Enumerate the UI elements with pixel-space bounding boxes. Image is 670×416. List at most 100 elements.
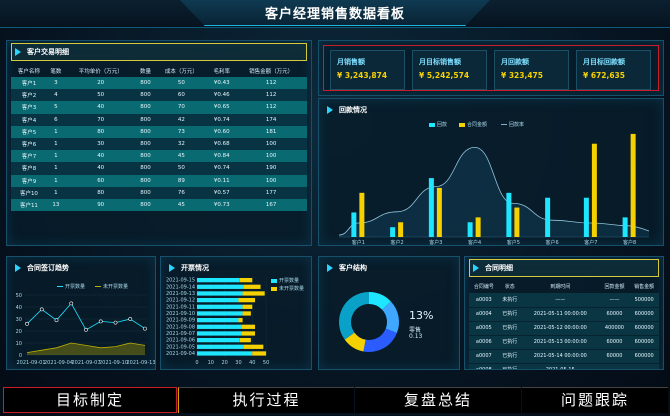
column-header[interactable]: 合同编号	[469, 279, 499, 293]
table-cell: 1	[46, 174, 65, 187]
column-header[interactable]: 毛利率	[208, 65, 235, 77]
bar-payment	[622, 217, 628, 237]
table-cell: 45	[154, 150, 209, 163]
kpi-monthly-payment[interactable]: 月回款额 ¥ 323,475	[494, 50, 569, 90]
table-cell: 客户10	[11, 186, 47, 199]
panel-title: 合同明细	[471, 261, 513, 275]
table-row[interactable]: 客户10 1 80 800 76 ¥0.57 177	[11, 186, 307, 199]
x-tick-label: 30	[235, 360, 241, 366]
bar-billed	[197, 324, 242, 329]
table-row[interactable]: 客户9 1 60 800 89 ¥0.11 100	[11, 174, 307, 187]
kpi-label: 月销售额	[337, 58, 365, 66]
table-cell: 600000	[629, 349, 659, 364]
table-cell: 70	[64, 113, 137, 126]
tab-goal-setting[interactable]: 目标制定	[3, 387, 177, 413]
table-cell: 600000	[629, 335, 659, 350]
table-cell: 800	[136, 162, 155, 175]
column-header[interactable]: 平均单价（万元）	[65, 65, 137, 77]
table-cell: 42	[154, 113, 209, 126]
bar-billed	[197, 278, 240, 283]
table-cell: 50	[154, 77, 209, 90]
payment-chart: 客户1 客户2 客户3 客户4 客户5 客户6 客户7 客户8	[338, 133, 650, 246]
table-row[interactable]: 客户6 1 30 800 32 ¥0.68 100	[11, 137, 307, 151]
bar-billed	[197, 291, 243, 296]
column-header[interactable]: 数量	[137, 65, 155, 77]
table-cell: 1	[46, 186, 65, 199]
table-row[interactable]: 客户11 13 90 800 45 ¥0.73 167	[11, 198, 307, 212]
series-area-unbilled	[27, 343, 145, 355]
kpi-value: ¥ 323,475	[501, 71, 543, 80]
data-point	[54, 318, 59, 323]
bar-billed	[197, 331, 242, 336]
table-cell: ¥0.65	[208, 101, 236, 114]
kpi-monthly-sales[interactable]: 月销售额 ¥ 3,243,874	[330, 50, 405, 90]
bar-billed	[197, 298, 239, 303]
y-tick-label: 2021-09-13	[166, 291, 195, 297]
table-cell: 5	[46, 101, 65, 114]
table-row[interactable]: a0003 未执行 —— —— 500000	[469, 293, 659, 308]
table-cell: 1	[46, 162, 65, 175]
column-header[interactable]: 回款金额	[600, 279, 630, 293]
table-cell: 40	[64, 162, 137, 175]
bar-payment	[506, 192, 512, 237]
x-tick-label: 客户6	[546, 239, 559, 246]
column-header[interactable]: 状态	[499, 279, 521, 293]
bar-unbilled	[243, 284, 261, 289]
y-tick-label: 2021-09-11	[166, 304, 195, 310]
tab-review[interactable]: 复盘总结	[355, 387, 521, 413]
bar-unbilled	[241, 324, 256, 329]
table-cell: ¥0.46	[208, 89, 236, 102]
column-header[interactable]: 笔数	[47, 65, 65, 77]
bar-payment	[390, 227, 396, 237]
table-cell: 190	[235, 162, 307, 175]
table-row[interactable]: 客户5 1 80 800 73 ¥0.60 181	[11, 125, 307, 138]
table-cell: 80	[64, 186, 137, 199]
table-cell: 167	[235, 198, 307, 212]
table-cell: 60000	[599, 335, 630, 350]
bar-unbilled	[238, 318, 243, 323]
table-cell: 800	[136, 101, 155, 114]
table-row[interactable]: a0007 已执行 2021-05-14 00:00:00 60000 600000	[469, 349, 659, 364]
series-line-billed	[26, 302, 146, 331]
kpi-monthly-target-sales[interactable]: 月目标销售额 ¥ 5,242,574	[412, 50, 487, 90]
table-cell: 2021-05-11 00:00:00	[520, 307, 600, 322]
table-row[interactable]: a0005 已执行 2021-05-12 00:00:00 400000 600000	[469, 321, 659, 336]
table-cell: a0004	[469, 307, 499, 322]
table-cell: 2021-05-14 00:00:00	[520, 349, 600, 364]
table-row[interactable]: 客户3 5 40 800 70 ¥0.65 112	[11, 101, 307, 114]
x-tick-label: 客户2	[391, 239, 404, 246]
table-cell: a0005	[469, 321, 499, 336]
table-row[interactable]: 客户8 1 40 800 50 ¥0.74 190	[11, 162, 307, 175]
table-row[interactable]: a0008 已执行 2021-05-15	[469, 363, 659, 369]
table-row[interactable]: 客户7 1 40 800 45 ¥0.84 100	[11, 150, 307, 163]
column-header[interactable]: 销售金额（万元）	[235, 65, 307, 77]
bar-contract	[630, 133, 636, 237]
table-row[interactable]: 客户2 4 50 800 60 ¥0.46 112	[11, 89, 307, 102]
table-cell: ——	[520, 293, 600, 308]
x-tick-label: 50	[263, 360, 269, 366]
tab-issue-tracking[interactable]: 问题跟踪	[522, 387, 668, 413]
table-cell: 已执行	[498, 335, 521, 350]
pie-slice	[363, 328, 397, 352]
x-tick-label: 40	[249, 360, 255, 366]
kpi-value: ¥ 3,243,874	[337, 71, 388, 80]
column-header[interactable]: 销售金额	[629, 279, 659, 293]
table-row[interactable]: 客户1 3 20 800 50 ¥0.43 112	[11, 77, 307, 90]
table-row[interactable]: a0004 已执行 2021-05-11 00:00:00 60000 600000	[469, 307, 659, 322]
column-header[interactable]: 客户名称	[11, 65, 47, 77]
table-cell: 30	[64, 137, 137, 151]
y-tick-label: 2021-09-09	[166, 318, 195, 324]
tab-execution[interactable]: 执行过程	[178, 387, 354, 413]
table-row[interactable]: 客户4 6 70 800 42 ¥0.74 174	[11, 113, 307, 126]
pie-slice	[339, 292, 369, 340]
column-header[interactable]: 到期时间	[521, 279, 600, 293]
kpi-monthly-target-payment[interactable]: 月目标回款额 ¥ 672,635	[576, 50, 651, 90]
data-point	[25, 321, 29, 326]
table-cell: 500000	[629, 293, 659, 308]
table-cell: 112	[235, 77, 307, 90]
x-tick-label: 客户5	[507, 239, 520, 246]
data-point	[69, 301, 74, 306]
table-cell: 76	[154, 186, 209, 199]
table-row[interactable]: a0006 已执行 2021-05-13 00:00:00 60000 600000	[469, 335, 659, 350]
column-header[interactable]: 成本（万元）	[155, 65, 209, 77]
